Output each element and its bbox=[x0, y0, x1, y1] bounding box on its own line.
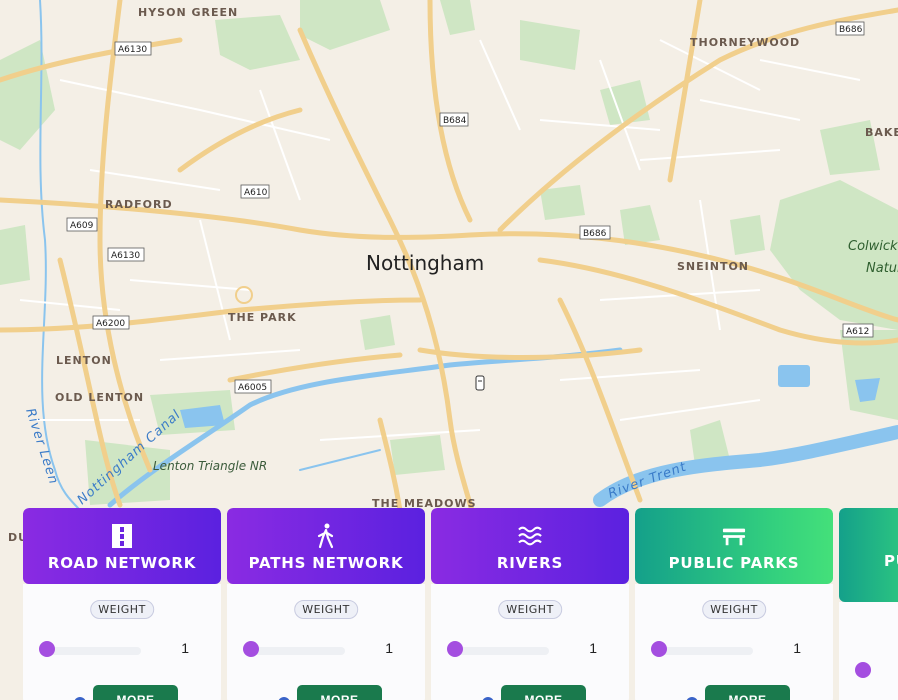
rivers-card: RIVERS WEIGHT 1 bbox=[431, 508, 629, 700]
card-header[interactable]: RIVERS bbox=[431, 508, 629, 584]
card-body: WEIGHT 1 bbox=[431, 584, 629, 700]
card-title: RIVERS bbox=[496, 554, 564, 572]
card-body bbox=[839, 602, 898, 700]
walking-icon bbox=[314, 523, 338, 549]
card-title: PU bbox=[884, 552, 898, 570]
weight-label: WEIGHT bbox=[90, 600, 154, 619]
card-body: WEIGHT 1 bbox=[227, 584, 425, 700]
bench-icon bbox=[722, 524, 746, 548]
weight-label: WEIGHT bbox=[294, 600, 358, 619]
road-network-card: ROAD NETWORK WEIGHT 1 bbox=[23, 508, 221, 700]
card-body: WEIGHT 1 bbox=[635, 584, 833, 700]
weight-slider-thumb[interactable] bbox=[243, 641, 259, 657]
water-waves-icon bbox=[518, 524, 542, 548]
card-title: ROAD NETWORK bbox=[47, 554, 197, 572]
weight-slider-track[interactable] bbox=[657, 647, 753, 655]
layer-cards: ROAD NETWORK WEIGHT 1 PATHS NETWORK WEIG… bbox=[0, 0, 898, 700]
partial-card: PU bbox=[839, 508, 898, 700]
card-header[interactable]: ROAD NETWORK bbox=[23, 508, 221, 584]
card-title: PUBLIC PARKS bbox=[668, 554, 800, 572]
more-button[interactable]: MORE bbox=[501, 685, 586, 700]
road-icon bbox=[110, 524, 134, 548]
weight-slider-thumb[interactable] bbox=[39, 641, 55, 657]
more-button[interactable]: MORE bbox=[93, 685, 178, 700]
weight-slider-thumb[interactable] bbox=[855, 662, 871, 678]
weight-slider-track[interactable] bbox=[249, 647, 345, 655]
more-button[interactable]: MORE bbox=[705, 685, 790, 700]
weight-label: WEIGHT bbox=[498, 600, 562, 619]
weight-slider-track[interactable] bbox=[45, 647, 141, 655]
weight-value: 1 bbox=[385, 640, 393, 656]
card-header[interactable]: PUBLIC PARKS bbox=[635, 508, 833, 584]
weight-value: 1 bbox=[793, 640, 801, 656]
card-header[interactable]: PATHS NETWORK bbox=[227, 508, 425, 584]
weight-label: WEIGHT bbox=[702, 600, 766, 619]
public-parks-card: PUBLIC PARKS WEIGHT 1 bbox=[635, 508, 833, 700]
weight-slider-track[interactable] bbox=[453, 647, 549, 655]
weight-slider-thumb[interactable] bbox=[651, 641, 667, 657]
card-header[interactable]: PU bbox=[839, 508, 898, 602]
card-body: WEIGHT 1 bbox=[23, 584, 221, 700]
weight-value: 1 bbox=[589, 640, 597, 656]
weight-slider-thumb[interactable] bbox=[447, 641, 463, 657]
card-title: PATHS NETWORK bbox=[248, 554, 404, 572]
paths-network-card: PATHS NETWORK WEIGHT 1 bbox=[227, 508, 425, 700]
weight-value: 1 bbox=[181, 640, 189, 656]
more-button[interactable]: MORE bbox=[297, 685, 382, 700]
